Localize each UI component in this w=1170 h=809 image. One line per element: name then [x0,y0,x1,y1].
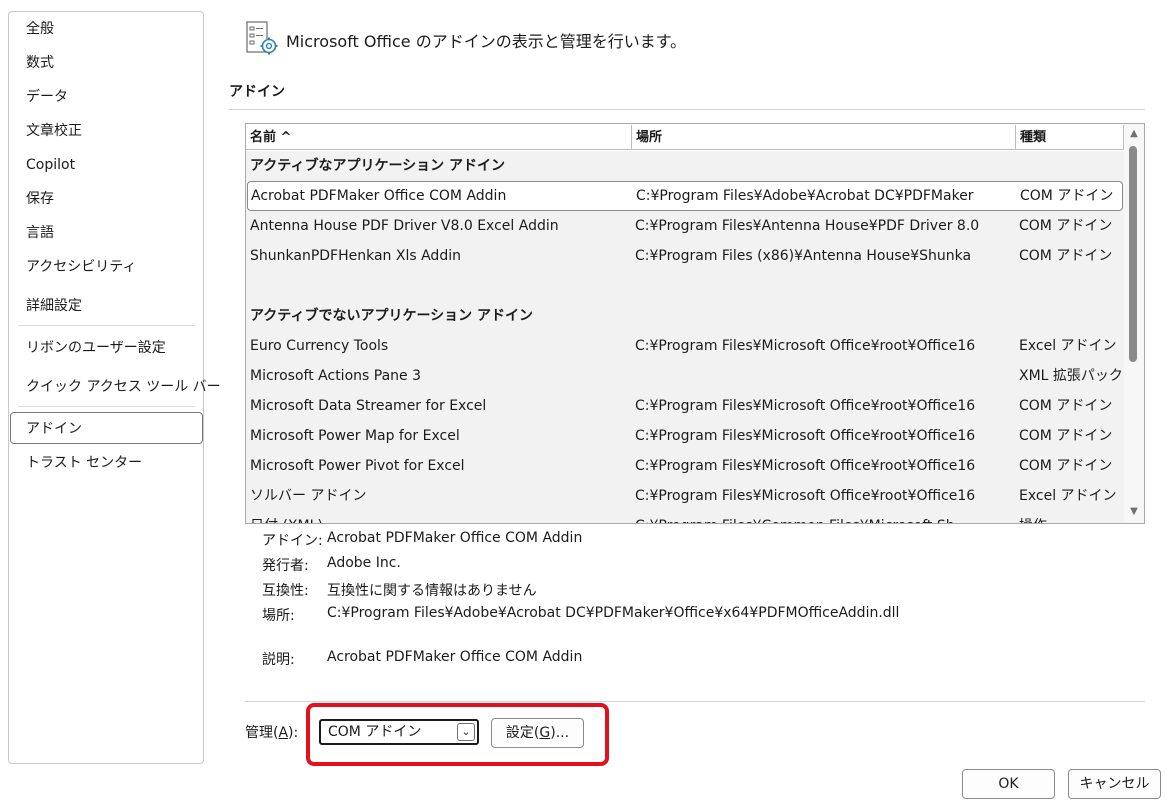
addin-location: C:¥Program Files¥Microsoft Office¥root¥O… [635,338,976,354]
sidebar-item-language[interactable]: 言語 [10,217,203,249]
addin-name: ソルバー アドイン [250,488,367,504]
page-title: Microsoft Office のアドインの表示と管理を行います。 [286,32,687,51]
sidebar-item-formulas[interactable]: 数式 [10,47,203,79]
group-header-inactive: アクティブでないアプリケーション アドイン [246,301,1124,331]
addin-location: C:¥Program Files¥Adobe¥Acrobat DC¥PDFMak… [636,188,974,204]
table-row[interactable]: Microsoft Power Map for Excel C:¥Program… [246,421,1124,451]
addin-type: COM アドイン [1020,188,1114,204]
manage-label-suffix: ): [288,725,299,741]
addin-location: C:¥Program Files¥Microsoft Office¥root¥O… [635,458,976,474]
scroll-thumb[interactable] [1129,146,1137,362]
manage-label-key: A [278,725,289,741]
table-row[interactable]: Microsoft Data Streamer for Excel C:¥Pro… [246,391,1124,421]
detail-publisher-label: 発行者: [262,558,309,574]
section-title: アドイン [229,84,285,100]
addin-name: Acrobat PDFMaker Office COM Addin [251,188,507,204]
table-row[interactable]: Acrobat PDFMaker Office COM Addin C:¥Pro… [247,181,1123,211]
addin-location: C:¥Program Files¥Common Files¥Microsoft … [635,511,1015,523]
section-divider [229,109,1145,110]
addin-name: Microsoft Power Pivot for Excel [250,458,465,474]
detail-description-value: Acrobat PDFMaker Office COM Addin [327,649,583,665]
ok-button[interactable]: OK [962,769,1055,799]
group-label: アクティブなアプリケーション アドイン [250,158,506,174]
sidebar-item-trust-center[interactable]: トラスト センター [10,447,203,479]
addin-location: C:¥Program Files¥Microsoft Office¥root¥O… [635,488,976,504]
sidebar-item-customize-ribbon[interactable]: リボンのユーザー設定 [10,332,203,364]
cancel-button[interactable]: キャンセル [1068,769,1161,799]
addin-settings-icon [243,20,281,58]
scroll-up-icon[interactable]: ▲ [1128,128,1140,140]
addin-location: C:¥Program Files¥Microsoft Office¥root¥O… [635,398,976,414]
sidebar-item-proofing[interactable]: 文章校正 [10,115,203,147]
options-sidebar: 全般 数式 データ 文章校正 Copilot 保存 言語 アクセシビリティ 詳細… [8,11,221,764]
table-row[interactable]: ShunkanPDFHenkan Xls Addin C:¥Program Fi… [246,241,1124,271]
addin-name: 日付 (XML) [250,511,630,523]
addin-name: Antenna House PDF Driver V8.0 Excel Addi… [250,218,559,234]
sidebar-item-save[interactable]: 保存 [10,183,203,215]
sidebar-item-copilot[interactable]: Copilot [10,149,203,181]
column-header-type[interactable]: 種類 [1016,125,1124,150]
group-label: アクティブでないアプリケーション アドイン [250,308,534,324]
list-scrollbar[interactable]: ▲ ▼ [1124,124,1144,523]
addin-type: COM アドイン [1019,428,1113,444]
addin-name: ShunkanPDFHenkan Xls Addin [250,248,461,264]
detail-addin-value: Acrobat PDFMaker Office COM Addin [327,530,583,546]
detail-location-value: C:¥Program Files¥Adobe¥Acrobat DC¥PDFMak… [327,605,900,621]
addin-type: Excel アドイン [1019,338,1117,354]
detail-publisher-value: Adobe Inc. [327,555,401,571]
sidebar-divider [18,325,195,326]
addin-location: C:¥Program Files (x86)¥Antenna House¥Shu… [635,248,972,264]
manage-label: 管理(A): [245,722,298,742]
detail-location-label: 場所: [262,608,295,624]
sidebar-item-quick-access-toolbar[interactable]: クイック アクセス ツール バー [10,371,221,403]
bottom-divider [245,701,1145,702]
addin-type: Excel アドイン [1019,488,1117,504]
sidebar-item-accessibility[interactable]: アクセシビリティ [10,251,203,283]
group-header-active: アクティブなアプリケーション アドイン [246,151,1124,181]
sidebar-item-data[interactable]: データ [10,81,203,113]
addin-location: C:¥Program Files¥Antenna House¥PDF Drive… [635,218,980,234]
addin-name: Microsoft Power Map for Excel [250,428,460,444]
list-body: アクティブなアプリケーション アドイン Acrobat PDFMaker Off… [246,151,1124,523]
addin-name: Euro Currency Tools [250,338,389,354]
addin-type: 操作 [1019,511,1124,523]
table-row[interactable]: Microsoft Power Pivot for Excel C:¥Progr… [246,451,1124,481]
manage-label-prefix: 管理( [245,725,279,741]
addin-list[interactable]: 名前 ^ 場所 種類 アクティブなアプリケーション アドイン Acrobat P… [245,123,1145,524]
sidebar-item-addins[interactable]: アドイン [10,412,203,444]
column-header-name[interactable]: 名前 ^ [246,125,632,150]
table-row[interactable]: 日付 (XML) C:¥Program Files¥Common Files¥M… [246,511,1124,523]
scroll-down-icon[interactable]: ▼ [1128,506,1140,518]
sidebar-item-advanced[interactable]: 詳細設定 [10,290,203,322]
sidebar-divider [18,406,195,407]
addin-type: COM アドイン [1019,458,1113,474]
column-header-location[interactable]: 場所 [632,125,1016,150]
addin-name: Microsoft Data Streamer for Excel [250,398,487,414]
detail-compat-label: 互換性: [262,583,309,599]
highlight-annotation [306,703,609,766]
addin-type: COM アドイン [1019,248,1113,264]
table-row[interactable]: Euro Currency Tools C:¥Program Files¥Mic… [246,331,1124,361]
detail-description-label: 説明: [262,652,295,668]
table-row[interactable]: Antenna House PDF Driver V8.0 Excel Addi… [246,211,1124,241]
addin-type: XML 拡張パック [1019,368,1123,384]
addin-name: Microsoft Actions Pane 3 [250,368,421,384]
sidebar-item-general[interactable]: 全般 [10,13,203,45]
detail-compat-value: 互換性に関する情報はありません [327,583,537,599]
table-row[interactable]: ソルバー アドイン C:¥Program Files¥Microsoft Off… [246,481,1124,511]
addin-location: C:¥Program Files¥Microsoft Office¥root¥O… [635,428,976,444]
detail-addin-label: アドイン: [262,533,323,549]
table-row[interactable]: Microsoft Actions Pane 3 XML 拡張パック [246,361,1124,391]
addin-type: COM アドイン [1019,398,1113,414]
addin-type: COM アドイン [1019,218,1113,234]
